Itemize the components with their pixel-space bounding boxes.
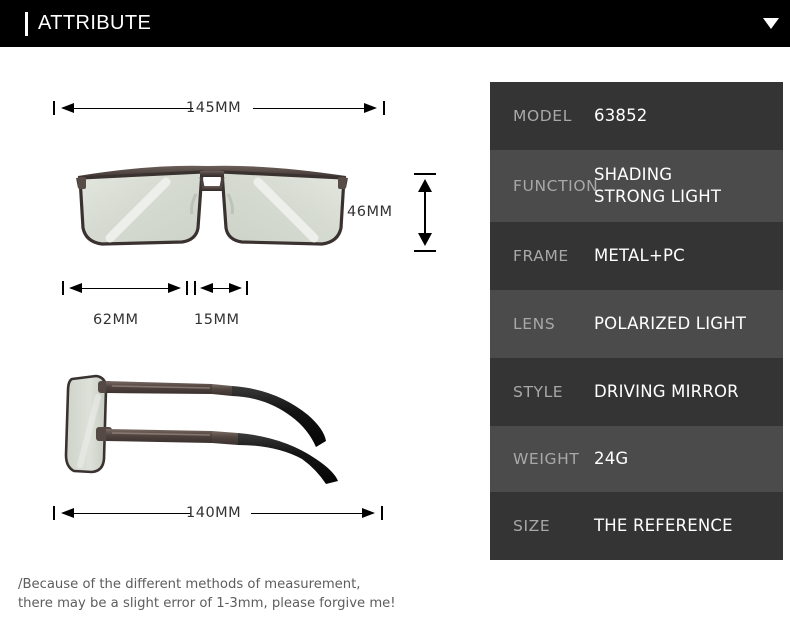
rule-cap-bottom	[414, 250, 436, 252]
rule-cap-right	[246, 281, 248, 295]
arrowhead-right	[362, 507, 375, 518]
chevron-down-icon[interactable]	[763, 18, 779, 29]
rule-cap-left	[62, 281, 64, 295]
attribute-header-bar[interactable]: ATTRIBUTE	[0, 0, 790, 47]
dimension-label-bridge-width: 15MM	[194, 312, 240, 328]
rule-cap-left	[53, 101, 55, 115]
spec-label-style: STYLE	[513, 383, 564, 401]
dimension-rule-lens-height	[414, 173, 436, 252]
specification-table: MODEL 63852 FUNCTION SHADING STRONG LIGH…	[490, 82, 783, 560]
arrowhead-right	[229, 282, 242, 293]
table-row: MODEL 63852	[490, 82, 783, 150]
rule-cap-right	[381, 506, 383, 520]
rule-line-left	[63, 512, 191, 514]
rule-line-left	[63, 107, 193, 109]
rule-cap-left	[194, 281, 196, 295]
arrowhead-left	[61, 102, 74, 113]
dimension-rule-lens-width	[62, 281, 188, 295]
dimension-label-temple-length: 140MM	[186, 505, 242, 521]
spec-label-size: SIZE	[513, 517, 551, 535]
table-row: STYLE DRIVING MIRROR	[490, 358, 783, 426]
spec-label-frame: FRAME	[513, 247, 569, 265]
rule-cap-right	[186, 281, 188, 295]
arrowhead-left	[200, 282, 213, 293]
spec-value-frame: METAL+PC	[594, 246, 685, 265]
dimension-rule-bridge-width	[194, 281, 248, 295]
header-accent-bar	[25, 11, 28, 36]
rule-line-right	[251, 512, 373, 514]
product-illustration-column: 145MM 46MM 62MM 15MM 140MM /Because of t…	[0, 47, 490, 634]
arrowhead-left	[69, 282, 82, 293]
rule-cap-top	[414, 173, 436, 175]
rule-line	[71, 287, 179, 289]
page-title: ATTRIBUTE	[38, 12, 152, 34]
dimension-label-lens-height: 46MM	[347, 204, 393, 220]
dimension-label-lens-width: 62MM	[93, 312, 139, 328]
arrowhead-up	[417, 179, 432, 192]
rule-cap-left	[53, 506, 55, 520]
product-attribute-panel: ATTRIBUTE 145MM 46MM 62MM 15MM 140MM /Be…	[0, 0, 790, 634]
arrowhead-left	[61, 507, 74, 518]
spec-label-function: FUNCTION	[513, 177, 599, 195]
table-row: SIZE THE REFERENCE	[490, 492, 783, 560]
arrowhead-right	[364, 102, 377, 113]
table-row: WEIGHT 24G	[490, 426, 783, 492]
spec-label-weight: WEIGHT	[513, 450, 580, 468]
arrowhead-down	[417, 233, 432, 246]
spec-label-model: MODEL	[513, 107, 572, 125]
table-row: LENS POLARIZED LIGHT	[490, 290, 783, 358]
spec-value-style: DRIVING MIRROR	[594, 382, 739, 401]
spec-value-model: 63852	[594, 106, 648, 125]
spec-value-lens: POLARIZED LIGHT	[594, 314, 747, 333]
spec-value-weight: 24G	[594, 449, 629, 468]
rule-cap-right	[383, 101, 385, 115]
table-row: FRAME METAL+PC	[490, 222, 783, 290]
spec-value-function: SHADING STRONG LIGHT	[594, 165, 722, 206]
measurement-disclaimer: /Because of the different methods of mea…	[18, 577, 396, 611]
dimension-label-total-width: 145MM	[186, 100, 242, 116]
rule-line-right	[253, 107, 375, 109]
spec-label-lens: LENS	[513, 315, 556, 333]
spec-value-size: THE REFERENCE	[594, 516, 733, 535]
sunglasses-front-view	[62, 152, 362, 260]
sunglasses-side-view	[62, 367, 362, 485]
arrowhead-right	[168, 282, 181, 293]
table-row: FUNCTION SHADING STRONG LIGHT	[490, 150, 783, 222]
